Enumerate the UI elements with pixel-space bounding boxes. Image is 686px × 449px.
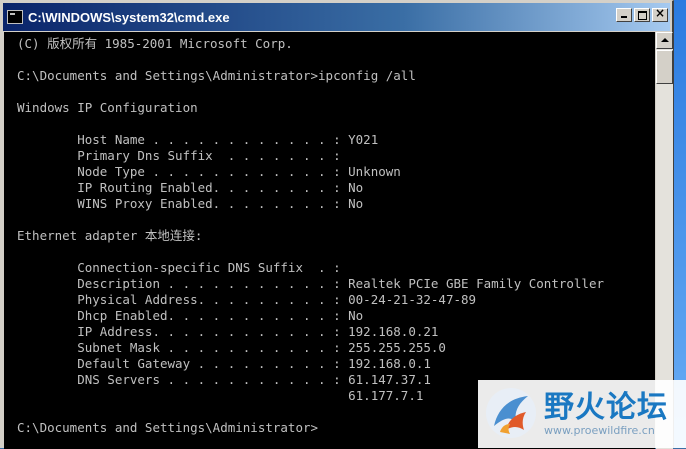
console-line: Node Type . . . . . . . . . . . . : Unkn… bbox=[17, 164, 401, 179]
console-line: Dhcp Enabled. . . . . . . . . . . : No bbox=[17, 308, 364, 323]
watermark-url: www.proewildfire.cn bbox=[544, 424, 655, 437]
flame-logo-icon bbox=[486, 388, 536, 438]
minimize-button[interactable] bbox=[616, 8, 632, 22]
console-line: C:\Documents and Settings\Administrator>… bbox=[17, 68, 416, 83]
console-line: Ethernet adapter 本地连接: bbox=[17, 228, 203, 243]
scroll-thumb[interactable] bbox=[656, 50, 673, 84]
console-line: Primary Dns Suffix . . . . . . . : bbox=[17, 148, 341, 163]
console-line: (C) 版权所有 1985-2001 Microsoft Corp. bbox=[17, 36, 293, 51]
console-line: Host Name . . . . . . . . . . . . : Y021 bbox=[17, 132, 379, 147]
close-icon: × bbox=[654, 6, 666, 20]
console-line: IP Address. . . . . . . . . . . . : 192.… bbox=[17, 324, 439, 339]
forum-watermark: 野火论坛 www.proewildfire.cn bbox=[478, 380, 686, 448]
console-line: Default Gateway . . . . . . . . . : 192.… bbox=[17, 356, 431, 371]
console-line: Physical Address. . . . . . . . . : 00-2… bbox=[17, 292, 477, 307]
console-line: Windows IP Configuration bbox=[17, 100, 198, 115]
console-line: IP Routing Enabled. . . . . . . . : No bbox=[17, 180, 364, 195]
console-line: Subnet Mask . . . . . . . . . . . : 255.… bbox=[17, 340, 446, 355]
window-controls: × bbox=[614, 6, 668, 22]
close-button[interactable]: × bbox=[652, 6, 668, 22]
maximize-button[interactable] bbox=[634, 8, 650, 22]
console-line: Description . . . . . . . . . . . : Real… bbox=[17, 276, 604, 291]
title-bar[interactable]: C:\WINDOWS\system32\cmd.exe × bbox=[3, 3, 670, 31]
window-title: C:\WINDOWS\system32\cmd.exe bbox=[28, 9, 230, 25]
cmd-icon[interactable] bbox=[7, 10, 23, 24]
console-line: C:\Documents and Settings\Administrator> bbox=[17, 420, 319, 435]
console-line: 61.177.7.1 bbox=[17, 388, 424, 403]
console-line: Connection-specific DNS Suffix . : bbox=[17, 260, 341, 275]
scroll-up-button[interactable] bbox=[656, 32, 673, 49]
watermark-title: 野火论坛 bbox=[544, 390, 668, 425]
console-line: DNS Servers . . . . . . . . . . . : 61.1… bbox=[17, 372, 431, 387]
console-line: WINS Proxy Enabled. . . . . . . . : No bbox=[17, 196, 364, 211]
